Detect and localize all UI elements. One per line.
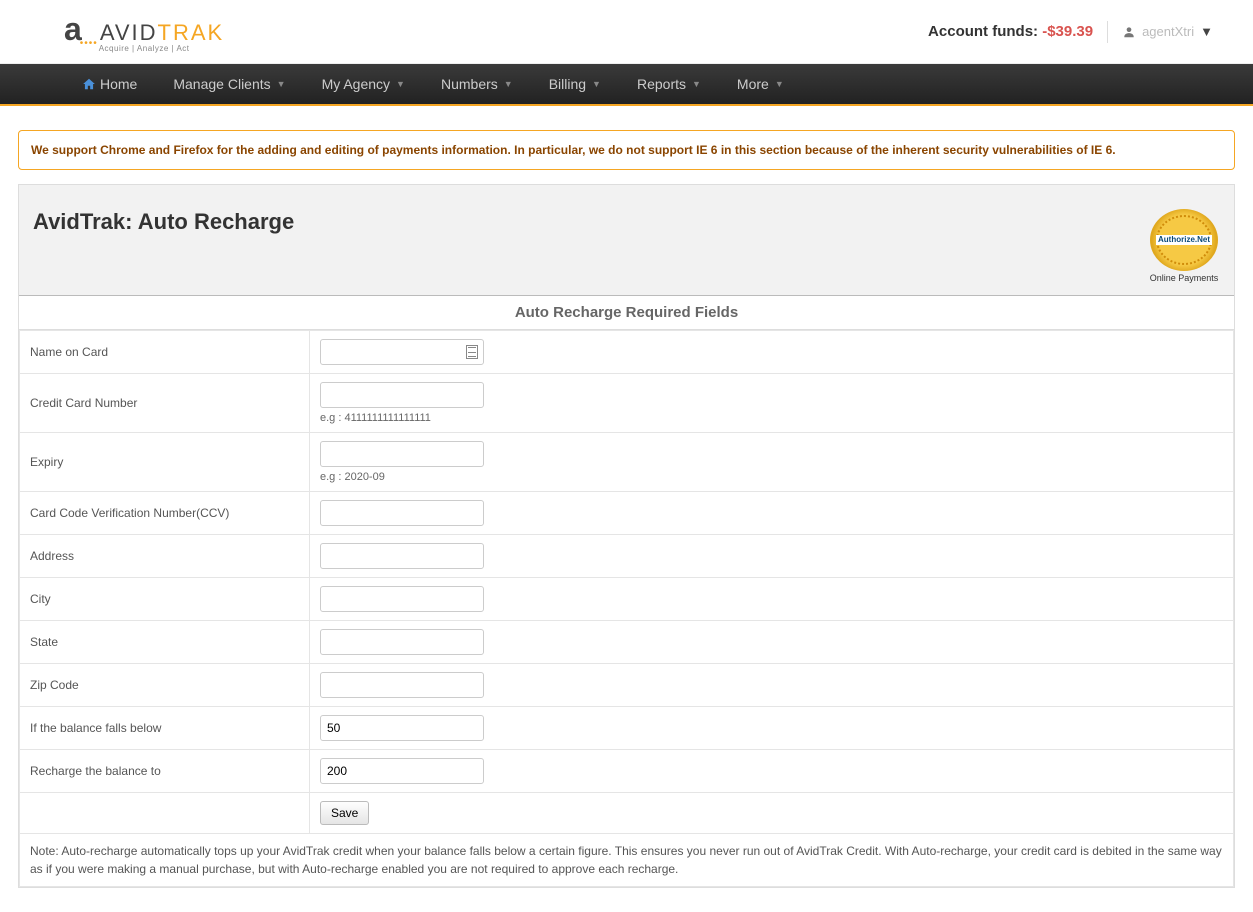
note-text: Note: Auto-recharge automatically tops u… bbox=[20, 834, 1234, 887]
content: We support Chrome and Firefox for the ad… bbox=[0, 106, 1253, 912]
chevron-down-icon: ▼ bbox=[1200, 24, 1213, 39]
nav-label: Reports bbox=[637, 76, 686, 92]
ccv-label: Card Code Verification Number(CCV) bbox=[20, 492, 310, 535]
nav-billing[interactable]: Billing ▼ bbox=[531, 63, 619, 105]
cc-label: Credit Card Number bbox=[20, 374, 310, 433]
name-label: Name on Card bbox=[20, 331, 310, 374]
section-title: Auto Recharge Required Fields bbox=[19, 295, 1234, 330]
nav-label: Numbers bbox=[441, 76, 498, 92]
account-funds: Account funds: -$39.39 bbox=[928, 23, 1093, 41]
caret-icon: ▼ bbox=[504, 79, 513, 89]
panel-header: AvidTrak: Auto Recharge Authorize.Net On… bbox=[19, 185, 1234, 295]
user-icon bbox=[1122, 25, 1136, 39]
form-table: Name on Card Credit Card Number e.g : 41… bbox=[19, 330, 1234, 887]
user-menu[interactable]: agentXtri ▼ bbox=[1122, 24, 1213, 39]
name-input[interactable] bbox=[320, 339, 484, 365]
nav-label: Manage Clients bbox=[173, 76, 270, 92]
divider bbox=[1107, 21, 1108, 43]
contact-card-icon[interactable] bbox=[466, 345, 478, 359]
recharge-input[interactable] bbox=[320, 758, 484, 784]
logo[interactable]: a •••• AVIDTRAK Acquire | Analyze | Act bbox=[64, 11, 224, 53]
threshold-label: If the balance falls below bbox=[20, 707, 310, 750]
expiry-input[interactable] bbox=[320, 441, 484, 467]
nav-numbers[interactable]: Numbers ▼ bbox=[423, 63, 531, 105]
recharge-label: Recharge the balance to bbox=[20, 750, 310, 793]
nav-manage-clients[interactable]: Manage Clients ▼ bbox=[155, 63, 303, 105]
user-name: agentXtri bbox=[1142, 24, 1194, 39]
cc-input[interactable] bbox=[320, 382, 484, 408]
save-button[interactable]: Save bbox=[320, 801, 369, 825]
authorize-net-badge[interactable]: Authorize.Net Online Payments bbox=[1148, 209, 1220, 283]
panel-title: AvidTrak: Auto Recharge bbox=[33, 209, 294, 235]
navbar: Home Manage Clients ▼ My Agency ▼ Numbers ▼… bbox=[0, 64, 1253, 106]
city-input[interactable] bbox=[320, 586, 484, 612]
nav-home[interactable]: Home bbox=[64, 63, 155, 105]
nav-my-agency[interactable]: My Agency ▼ bbox=[304, 63, 423, 105]
funds-amount: -$39.39 bbox=[1042, 23, 1093, 40]
logo-text: AVIDTRAK bbox=[100, 20, 224, 46]
state-label: State bbox=[20, 621, 310, 664]
verified-seal-icon: Authorize.Net bbox=[1148, 209, 1220, 271]
address-input[interactable] bbox=[320, 543, 484, 569]
empty-cell bbox=[20, 793, 310, 834]
nav-reports[interactable]: Reports ▼ bbox=[619, 63, 719, 105]
nav-home-label: Home bbox=[100, 76, 137, 92]
city-label: City bbox=[20, 578, 310, 621]
logo-dots: •••• bbox=[80, 38, 98, 49]
expiry-hint: e.g : 2020-09 bbox=[320, 471, 1223, 483]
browser-alert: We support Chrome and Firefox for the ad… bbox=[18, 130, 1235, 170]
caret-icon: ▼ bbox=[775, 79, 784, 89]
nav-label: More bbox=[737, 76, 769, 92]
topbar-right: Account funds: -$39.39 agentXtri ▼ bbox=[928, 21, 1213, 43]
nav-label: My Agency bbox=[322, 76, 390, 92]
nav-label: Billing bbox=[549, 76, 586, 92]
caret-icon: ▼ bbox=[396, 79, 405, 89]
badge-text: Authorize.Net bbox=[1156, 235, 1212, 245]
state-input[interactable] bbox=[320, 629, 484, 655]
panel: AvidTrak: Auto Recharge Authorize.Net On… bbox=[18, 184, 1235, 888]
home-icon bbox=[82, 77, 96, 91]
address-label: Address bbox=[20, 535, 310, 578]
expiry-label: Expiry bbox=[20, 433, 310, 492]
threshold-input[interactable] bbox=[320, 715, 484, 741]
caret-icon: ▼ bbox=[277, 79, 286, 89]
topbar: a •••• AVIDTRAK Acquire | Analyze | Act … bbox=[0, 0, 1253, 64]
zip-input[interactable] bbox=[320, 672, 484, 698]
funds-label: Account funds: bbox=[928, 23, 1042, 40]
zip-label: Zip Code bbox=[20, 664, 310, 707]
nav-more[interactable]: More ▼ bbox=[719, 63, 802, 105]
caret-icon: ▼ bbox=[692, 79, 701, 89]
badge-caption: Online Payments bbox=[1148, 273, 1220, 283]
ccv-input[interactable] bbox=[320, 500, 484, 526]
cc-hint: e.g : 4111111111111111 bbox=[320, 412, 1223, 424]
caret-icon: ▼ bbox=[592, 79, 601, 89]
